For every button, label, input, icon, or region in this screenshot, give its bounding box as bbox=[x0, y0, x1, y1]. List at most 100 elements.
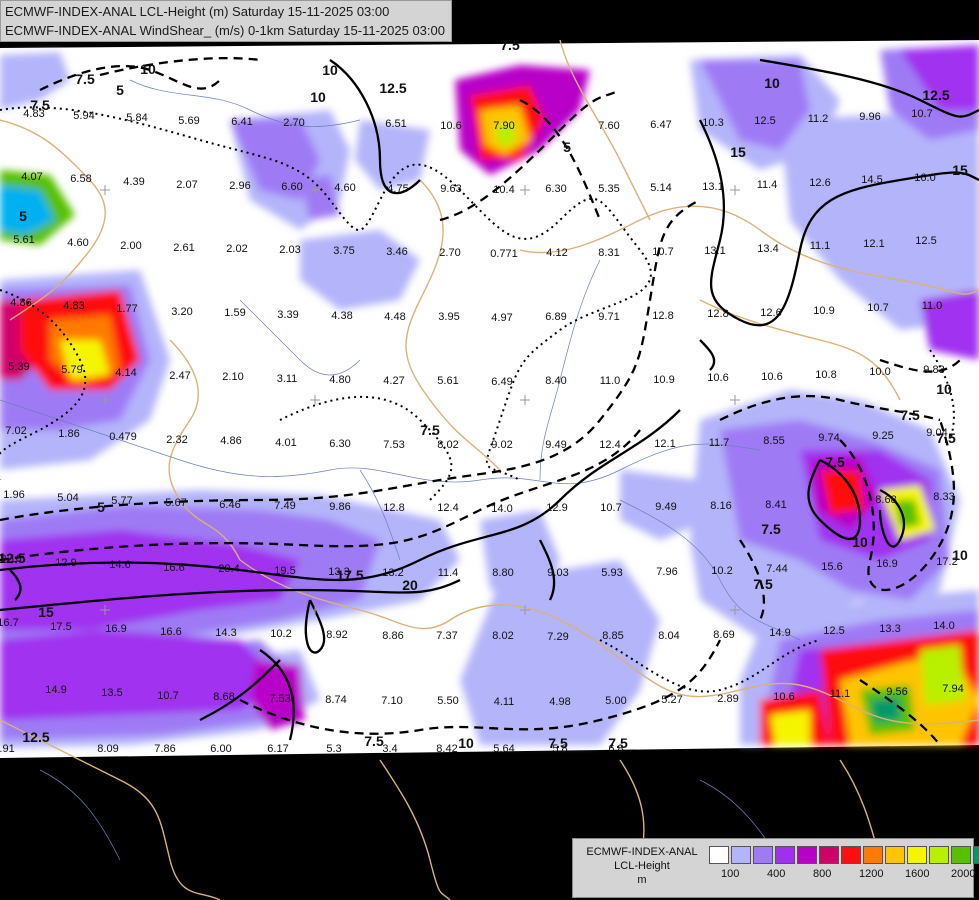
map-value-label: 10.8 bbox=[815, 369, 836, 381]
contour-label: 7.5 bbox=[30, 97, 50, 113]
contour-label: 7.5 bbox=[753, 576, 773, 592]
map-value-label: 4.14 bbox=[115, 367, 136, 379]
legend-title-line-1: ECMWF-INDEX-ANAL bbox=[586, 846, 698, 858]
map-value-label: 4.60 bbox=[334, 182, 355, 194]
map-value-label: 6.58 bbox=[70, 173, 91, 185]
contour-label: 7.5 bbox=[608, 735, 628, 751]
legend-title-line-2: LCL-Height bbox=[614, 860, 670, 872]
map-value-label: 6.30 bbox=[329, 438, 350, 450]
map-value-label: 8.80 bbox=[492, 567, 513, 579]
map-value-label: 2.00 bbox=[120, 240, 141, 252]
map-value-label: 16.9 bbox=[876, 558, 897, 570]
contour-label: 7.5 bbox=[500, 37, 520, 53]
map-value-label: 7.10 bbox=[381, 695, 402, 707]
map-value-label: 2.32 bbox=[166, 434, 187, 446]
map-value-label: 0.479 bbox=[109, 431, 137, 443]
map-value-label: 9.56 bbox=[886, 686, 907, 698]
map-value-label: 5.79 bbox=[61, 364, 82, 376]
legend-tick-label: 800 bbox=[813, 868, 832, 880]
map-value-label: 11.0 bbox=[600, 375, 621, 387]
map-value-label: 9.63 bbox=[440, 183, 461, 195]
map-value-label: 9.74 bbox=[818, 432, 839, 444]
map-value-label: 10.7 bbox=[600, 502, 621, 514]
map-value-label: 8.85 bbox=[602, 630, 623, 642]
map-value-label: 14.0 bbox=[491, 503, 512, 515]
map-value-label: 13.2 bbox=[382, 567, 403, 579]
map-value-label: 6.17 bbox=[267, 743, 288, 755]
map-value-label: 4.27 bbox=[383, 375, 404, 387]
map-value-label: 7.96 bbox=[656, 566, 677, 578]
map-value-label: 5.50 bbox=[437, 695, 458, 707]
contour-label: 10 bbox=[852, 534, 868, 550]
map-value-label: 10.9 bbox=[813, 305, 834, 317]
contour-label: 7.5 bbox=[900, 407, 920, 423]
map-value-label: 20.4 bbox=[218, 563, 239, 575]
contour-label: 7.5 bbox=[761, 521, 781, 537]
legend-tick-label: 1200 bbox=[859, 868, 884, 880]
map-value-label: 2.70 bbox=[439, 247, 460, 259]
map-value-label: 11.7 bbox=[709, 437, 730, 449]
map-value-label: 7.29 bbox=[547, 631, 568, 643]
map-value-label: 8.31 bbox=[598, 247, 619, 259]
map-value-label: 11.1 bbox=[810, 240, 831, 252]
map-value-label: 4.38 bbox=[331, 310, 352, 322]
map-value-label: 4.83 bbox=[63, 300, 84, 312]
contour-label: 10 bbox=[952, 547, 968, 563]
map-value-label: 2.70 bbox=[283, 117, 304, 129]
map-value-label: 17.5 bbox=[50, 621, 71, 633]
map-value-label: 5.04 bbox=[57, 492, 78, 504]
map-value-label: 12.8 bbox=[383, 502, 404, 514]
legend-swatch bbox=[797, 846, 817, 864]
map-value-label: 16.0 bbox=[914, 172, 935, 184]
legend-swatch bbox=[929, 846, 949, 864]
contour-label: 10 bbox=[458, 735, 474, 751]
map-value-label: 7.44 bbox=[766, 563, 787, 575]
map-value-label: 8.04 bbox=[658, 630, 679, 642]
map-value-label: 10.6 bbox=[440, 120, 461, 132]
map-value-label: 16.6 bbox=[160, 626, 181, 638]
map-value-label: 8.33 bbox=[933, 491, 954, 503]
map-value-label: 7.60 bbox=[598, 120, 619, 132]
map-value-label: 5.61 bbox=[437, 375, 458, 387]
map-value-label: 12.4 bbox=[599, 439, 620, 451]
legend-tick-label: 1600 bbox=[905, 868, 930, 880]
map-value-label: 6.30 bbox=[545, 183, 566, 195]
map-value-label: 7.37 bbox=[436, 630, 457, 642]
map-value-label: 14.9 bbox=[769, 627, 790, 639]
legend-swatch bbox=[863, 846, 883, 864]
legend-swatch bbox=[731, 846, 751, 864]
map-value-label: 4.07 bbox=[21, 171, 42, 183]
map-value-label: 4.48 bbox=[384, 311, 405, 323]
map-value-label: 5.00 bbox=[605, 695, 626, 707]
map-value-label: 4.80 bbox=[329, 374, 350, 386]
map-value-label: 11.4 bbox=[438, 567, 459, 579]
map-value-label: 12.9 bbox=[55, 557, 76, 569]
contour-label: 7.5 bbox=[420, 422, 440, 438]
map-value-label: 7.86 bbox=[154, 743, 175, 755]
map-value-label: 5.35 bbox=[598, 183, 619, 195]
contour-label: 5 bbox=[97, 499, 105, 515]
contour-label: 7.5 bbox=[825, 454, 845, 470]
map-value-label: 2.47 bbox=[169, 370, 190, 382]
map-value-label: 6.47 bbox=[650, 119, 671, 131]
map-value-label: 7.49 bbox=[274, 500, 295, 512]
map-value-label: 11.4 bbox=[757, 179, 778, 191]
map-value-label: 6.89 bbox=[545, 311, 566, 323]
map-value-label: 6.46 bbox=[219, 499, 240, 511]
map-value-label: 9.02 bbox=[491, 439, 512, 451]
header-line-1: ECMWF-INDEX-ANAL LCL-Height (m) Saturday… bbox=[5, 4, 390, 19]
map-value-label: 8.40 bbox=[545, 375, 566, 387]
map-value-label: 2.07 bbox=[176, 179, 197, 191]
map-value-label: 9.86 bbox=[329, 501, 350, 513]
map-value-label: 0.771 bbox=[490, 248, 518, 260]
map-value-label: 11.0 bbox=[922, 300, 943, 312]
legend-swatch bbox=[907, 846, 927, 864]
map-value-label: 8.68 bbox=[875, 494, 896, 506]
map-header: ECMWF-INDEX-ANAL LCL-Height (m) Saturday… bbox=[0, 0, 452, 42]
map-value-label: 9.71 bbox=[598, 311, 619, 323]
map-value-label: 4.60 bbox=[67, 237, 88, 249]
map-value-label: 13.4 bbox=[757, 243, 778, 255]
legend-tick-label: 2000 bbox=[951, 868, 976, 880]
contour-label: 7.5 bbox=[75, 71, 95, 87]
map-value-label: 1.86 bbox=[58, 428, 79, 440]
